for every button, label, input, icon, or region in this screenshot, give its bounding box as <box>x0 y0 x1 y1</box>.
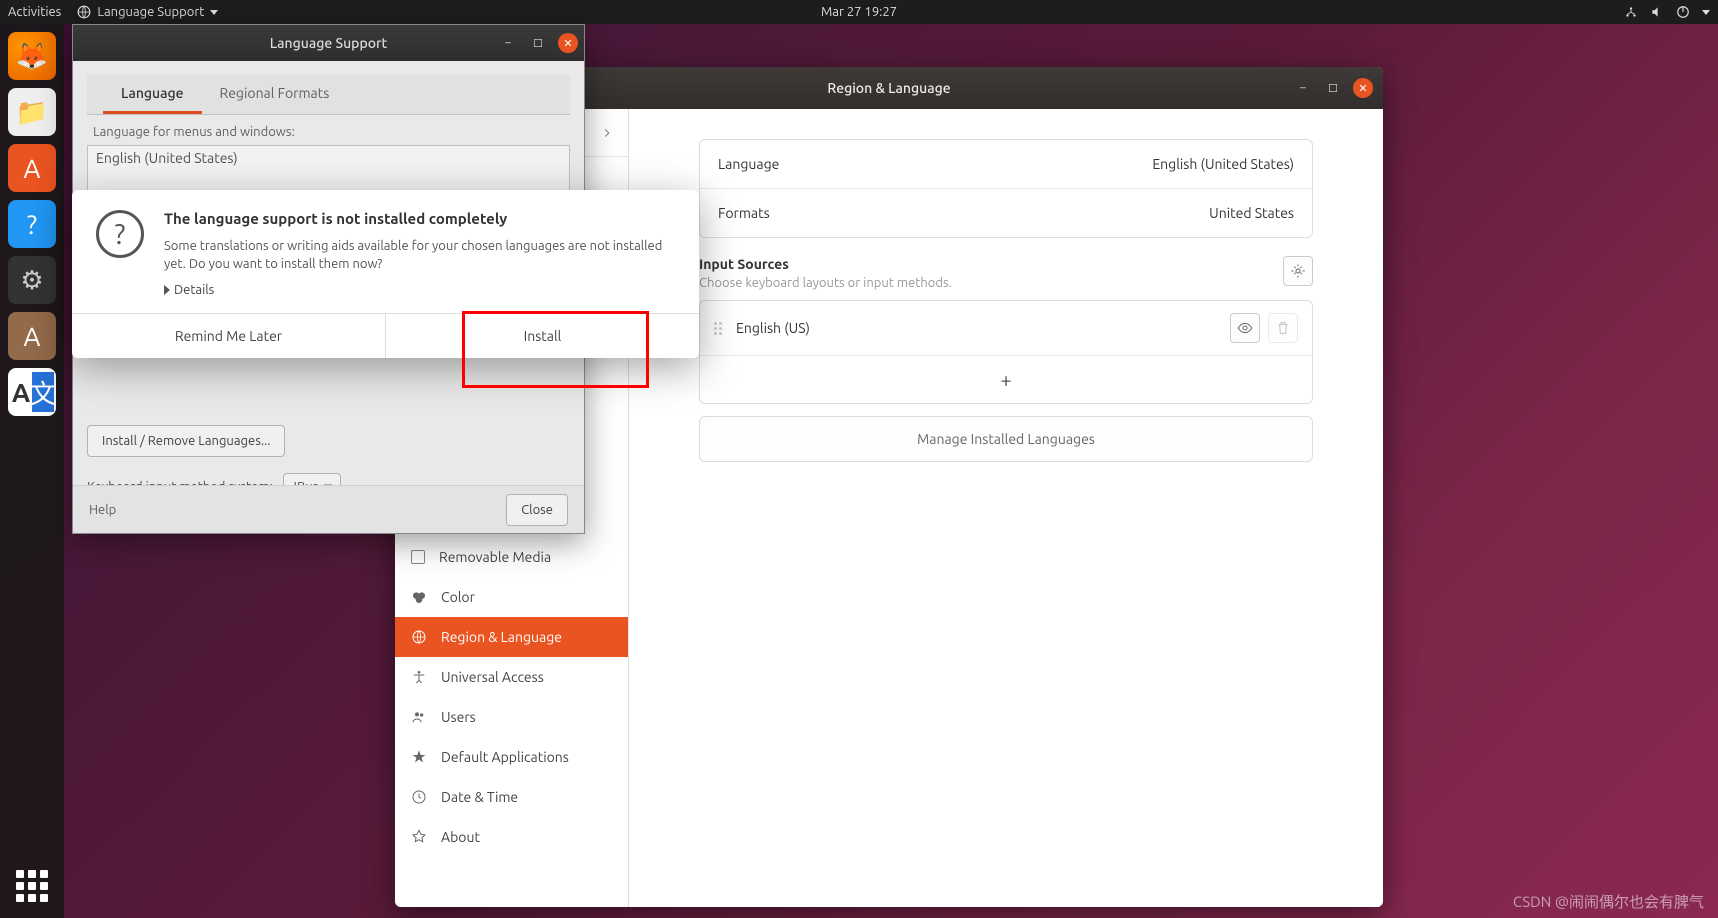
details-label: Details <box>174 283 214 297</box>
close-lang-button[interactable]: Close <box>506 494 568 526</box>
sidebar-item-default-apps[interactable]: Default Applications <box>395 737 628 777</box>
dock-files[interactable]: 📁 <box>8 88 56 136</box>
language-row[interactable]: Language English (United States) <box>700 140 1312 188</box>
language-value: English (United States) <box>1152 156 1294 172</box>
input-source-row: English (US) <box>700 301 1312 355</box>
sidebar-item-label: Default Applications <box>441 749 569 765</box>
input-sources-header: Input Sources Choose keyboard layouts or… <box>699 256 1313 290</box>
sidebar-item-label: Date & Time <box>441 789 518 805</box>
chevron-down-icon <box>1702 10 1710 15</box>
gear-icon <box>1290 263 1306 279</box>
add-input-source-button[interactable]: + <box>700 355 1312 403</box>
lang-title: Language Support <box>270 35 388 51</box>
dock-language[interactable]: A文 <box>8 368 56 416</box>
power-icon <box>1676 5 1690 19</box>
app-menu[interactable]: Language Support <box>77 5 218 19</box>
lang-titlebar: Language Support – ☐ ✕ <box>73 25 584 61</box>
question-icon: ? <box>96 210 144 258</box>
accessibility-icon <box>411 669 427 685</box>
lang-tabs: Language Regional Formats <box>87 75 570 115</box>
sidebar-item-removable[interactable]: Removable Media <box>395 537 628 577</box>
close-button[interactable]: ✕ <box>558 33 578 53</box>
remind-later-button[interactable]: Remind Me Later <box>72 314 386 358</box>
close-button[interactable]: ✕ <box>1353 78 1373 98</box>
sidebar-item-label: Universal Access <box>441 669 544 685</box>
volume-icon <box>1650 5 1664 19</box>
dock-help[interactable]: ? <box>8 200 56 248</box>
install-remove-languages-button[interactable]: Install / Remove Languages... <box>87 425 285 457</box>
trash-icon <box>1275 320 1291 336</box>
dock-updater[interactable]: A <box>8 312 56 360</box>
settings-content: Language English (United States) Formats… <box>629 109 1383 907</box>
dialog-message: Some translations or writing aids availa… <box>164 237 675 273</box>
manage-languages-button[interactable]: Manage Installed Languages <box>699 416 1313 462</box>
view-layout-button[interactable] <box>1230 313 1260 343</box>
dock: 🦊 📁 A ? ⚙ A A文 <box>0 24 64 918</box>
network-icon <box>1624 5 1638 19</box>
help-button[interactable]: Help <box>89 503 116 517</box>
tab-regional-formats[interactable]: Regional Formats <box>202 75 348 114</box>
minimize-button[interactable]: – <box>1293 78 1313 98</box>
maximize-button[interactable]: ☐ <box>1323 78 1343 98</box>
install-prompt-dialog: ? The language support is not installed … <box>72 190 699 358</box>
sidebar-item-label: Region & Language <box>441 629 562 645</box>
minimize-button[interactable]: – <box>498 33 518 53</box>
list-item[interactable]: English (United States) <box>96 150 561 166</box>
color-icon <box>411 589 427 605</box>
remove-source-button[interactable] <box>1268 313 1298 343</box>
input-sources-list: English (US) + <box>699 300 1313 404</box>
checkbox-icon <box>411 550 425 564</box>
dock-software[interactable]: A <box>8 144 56 192</box>
install-button[interactable]: Install <box>386 314 699 358</box>
clock[interactable]: Mar 27 19:27 <box>821 5 897 19</box>
globe-icon <box>411 629 427 645</box>
sidebar-item-about[interactable]: About <box>395 817 628 857</box>
input-source-label: English (US) <box>736 320 810 336</box>
sidebar-item-region[interactable]: Region & Language <box>395 617 628 657</box>
watermark: CSDN @闹闹偶尔也会有脾气 <box>1513 891 1704 912</box>
tab-language[interactable]: Language <box>103 75 202 114</box>
sidebar-item-label: Color <box>441 589 475 605</box>
users-icon <box>411 709 427 725</box>
maximize-button[interactable]: ☐ <box>528 33 548 53</box>
drag-handle[interactable] <box>714 322 722 335</box>
star-icon <box>411 749 427 765</box>
input-sources-hint: Choose keyboard layouts or input methods… <box>699 276 952 290</box>
sidebar-item-label: About <box>441 829 480 845</box>
language-formats-card: Language English (United States) Formats… <box>699 139 1313 238</box>
input-sources-title: Input Sources <box>699 256 952 272</box>
formats-row[interactable]: Formats United States <box>700 188 1312 237</box>
app-menu-label: Language Support <box>97 5 204 19</box>
sidebar-item-datetime[interactable]: Date & Time <box>395 777 628 817</box>
sidebar-item-color[interactable]: Color <box>395 577 628 617</box>
formats-value: United States <box>1209 205 1294 221</box>
chevron-down-icon <box>210 10 218 15</box>
globe-icon <box>77 5 91 19</box>
dock-settings[interactable]: ⚙ <box>8 256 56 304</box>
eye-icon <box>1237 320 1253 336</box>
activities-button[interactable]: Activities <box>8 5 61 19</box>
sidebar-item-access[interactable]: Universal Access <box>395 657 628 697</box>
chevron-right-icon <box>600 126 614 140</box>
top-panel: Activities Language Support Mar 27 19:27 <box>0 0 1718 24</box>
formats-label: Formats <box>718 205 770 221</box>
settings-title: Region & Language <box>827 80 950 96</box>
dialog-heading: The language support is not installed co… <box>164 210 675 227</box>
language-label: Language <box>718 156 779 172</box>
clock-icon <box>411 789 427 805</box>
lang-footer: Help Close <box>73 485 584 533</box>
chevron-right-icon <box>164 285 170 295</box>
details-expander[interactable]: Details <box>164 283 675 297</box>
input-settings-button[interactable] <box>1283 256 1313 286</box>
lang-caption: Language for menus and windows: <box>87 115 570 145</box>
sidebar-item-users[interactable]: Users <box>395 697 628 737</box>
dock-firefox[interactable]: 🦊 <box>8 32 56 80</box>
show-applications[interactable] <box>12 866 52 906</box>
system-tray[interactable] <box>1624 5 1710 19</box>
about-icon <box>411 829 427 845</box>
sidebar-item-label: Removable Media <box>439 549 551 565</box>
sidebar-item-label: Users <box>441 709 476 725</box>
